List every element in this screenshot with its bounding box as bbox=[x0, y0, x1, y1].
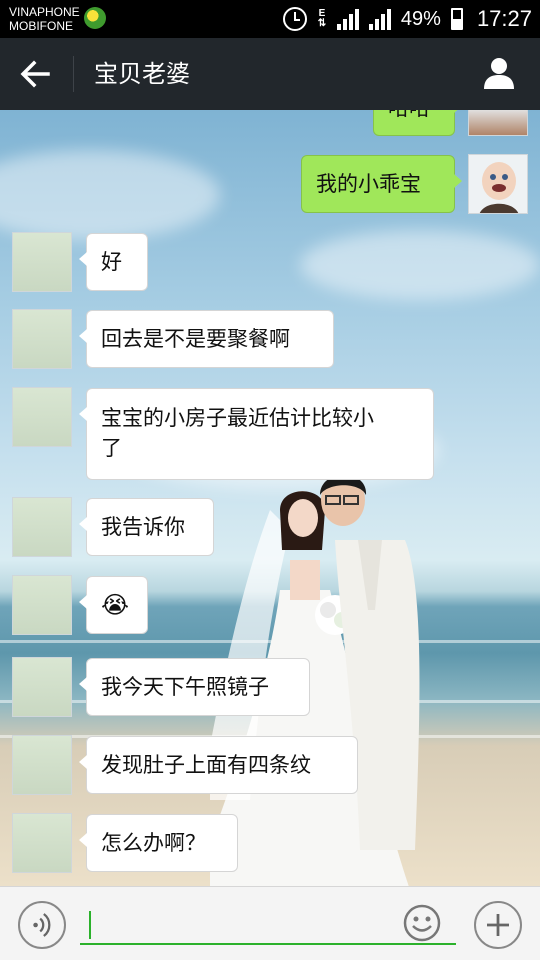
message-text-line-2: 了 bbox=[101, 436, 122, 460]
voice-icon[interactable] bbox=[18, 901, 66, 949]
signal-icon-2 bbox=[368, 8, 391, 30]
contact-avatar[interactable] bbox=[12, 387, 72, 447]
crying-emoji: 😭 bbox=[101, 591, 130, 619]
message-bubble-received[interactable]: 好 bbox=[79, 233, 148, 291]
message-bubble-received[interactable]: 我今天下午照镜子 bbox=[79, 658, 310, 716]
arrow-left-icon[interactable] bbox=[18, 58, 54, 90]
message-bubble-sent[interactable]: 哈哈 bbox=[373, 110, 462, 136]
status-bar: VINAPHONE MOBIFONE E ⇅ 49% 17:27 bbox=[0, 0, 540, 38]
contact-avatar[interactable] bbox=[12, 575, 72, 635]
battery-icon bbox=[450, 8, 463, 30]
message-bubble-received[interactable]: 发现肚子上面有四条纹 bbox=[79, 736, 358, 794]
baby-avatar-image bbox=[469, 155, 527, 213]
message-text: 回去是不是要聚餐啊 bbox=[101, 327, 290, 351]
message-text: 发现肚子上面有四条纹 bbox=[101, 753, 311, 777]
battery-percent: 49% bbox=[400, 7, 441, 30]
contact-avatar[interactable] bbox=[12, 813, 72, 873]
plus-icon[interactable] bbox=[474, 901, 522, 949]
header-divider bbox=[73, 56, 74, 92]
wallpaper-cloud bbox=[0, 150, 220, 240]
message-bubble-received[interactable]: 回去是不是要聚餐啊 bbox=[79, 310, 334, 368]
chat-title: 宝贝老婆 bbox=[94, 60, 190, 88]
message-text: 好 bbox=[101, 250, 122, 274]
contact-avatar[interactable] bbox=[12, 497, 72, 557]
wallpaper-cloud bbox=[300, 230, 540, 300]
carrier-2: MOBIFONE bbox=[9, 19, 74, 33]
contact-avatar[interactable] bbox=[12, 735, 72, 795]
contact-avatar[interactable] bbox=[12, 309, 72, 369]
signal-icon bbox=[336, 8, 359, 30]
message-text: 哈哈 bbox=[388, 110, 430, 123]
contact-avatar[interactable] bbox=[12, 657, 72, 717]
person-icon[interactable] bbox=[482, 56, 516, 90]
message-text: 怎么办啊？ bbox=[101, 831, 206, 855]
sim-icon bbox=[84, 7, 106, 29]
status-icons: E ⇅ 49% 17:27 bbox=[282, 4, 532, 34]
message-bubble-received[interactable]: 我告诉你 bbox=[79, 498, 214, 556]
message-text: 我告诉你 bbox=[101, 515, 185, 539]
message-bubble-sent[interactable]: 我的小乖宝 bbox=[301, 155, 462, 213]
my-avatar[interactable] bbox=[468, 110, 528, 136]
message-text-line-1: 宝宝的小房子最近估计比较小 bbox=[101, 406, 374, 430]
message-text: 我的小乖宝 bbox=[316, 172, 421, 196]
message-input[interactable] bbox=[80, 905, 456, 945]
my-avatar[interactable] bbox=[468, 154, 528, 214]
message-text: 我今天下午照镜子 bbox=[101, 675, 269, 699]
message-bubble-received[interactable]: 宝宝的小房子最近估计比较小 了 bbox=[79, 388, 434, 480]
contact-avatar[interactable] bbox=[12, 232, 72, 292]
clock: 17:27 bbox=[476, 6, 532, 31]
carrier-names: VINAPHONE MOBIFONE bbox=[9, 5, 80, 33]
input-bar bbox=[0, 886, 540, 960]
text-cursor bbox=[89, 911, 91, 939]
smiley-icon[interactable] bbox=[402, 903, 442, 943]
carrier-1: VINAPHONE bbox=[9, 5, 80, 19]
alarm-icon bbox=[282, 7, 307, 31]
network-e-icon: E ⇅ bbox=[317, 8, 327, 29]
message-bubble-received[interactable]: 怎么办啊？ bbox=[79, 814, 238, 872]
message-bubble-received[interactable]: 😭 bbox=[79, 576, 148, 634]
chat-area[interactable]: 哈哈 我的小乖宝 好 回去是不是要聚餐啊 宝宝的小房子最近估计比较小 了 我告诉… bbox=[0, 110, 540, 886]
chat-header: 宝贝老婆 bbox=[0, 38, 540, 110]
